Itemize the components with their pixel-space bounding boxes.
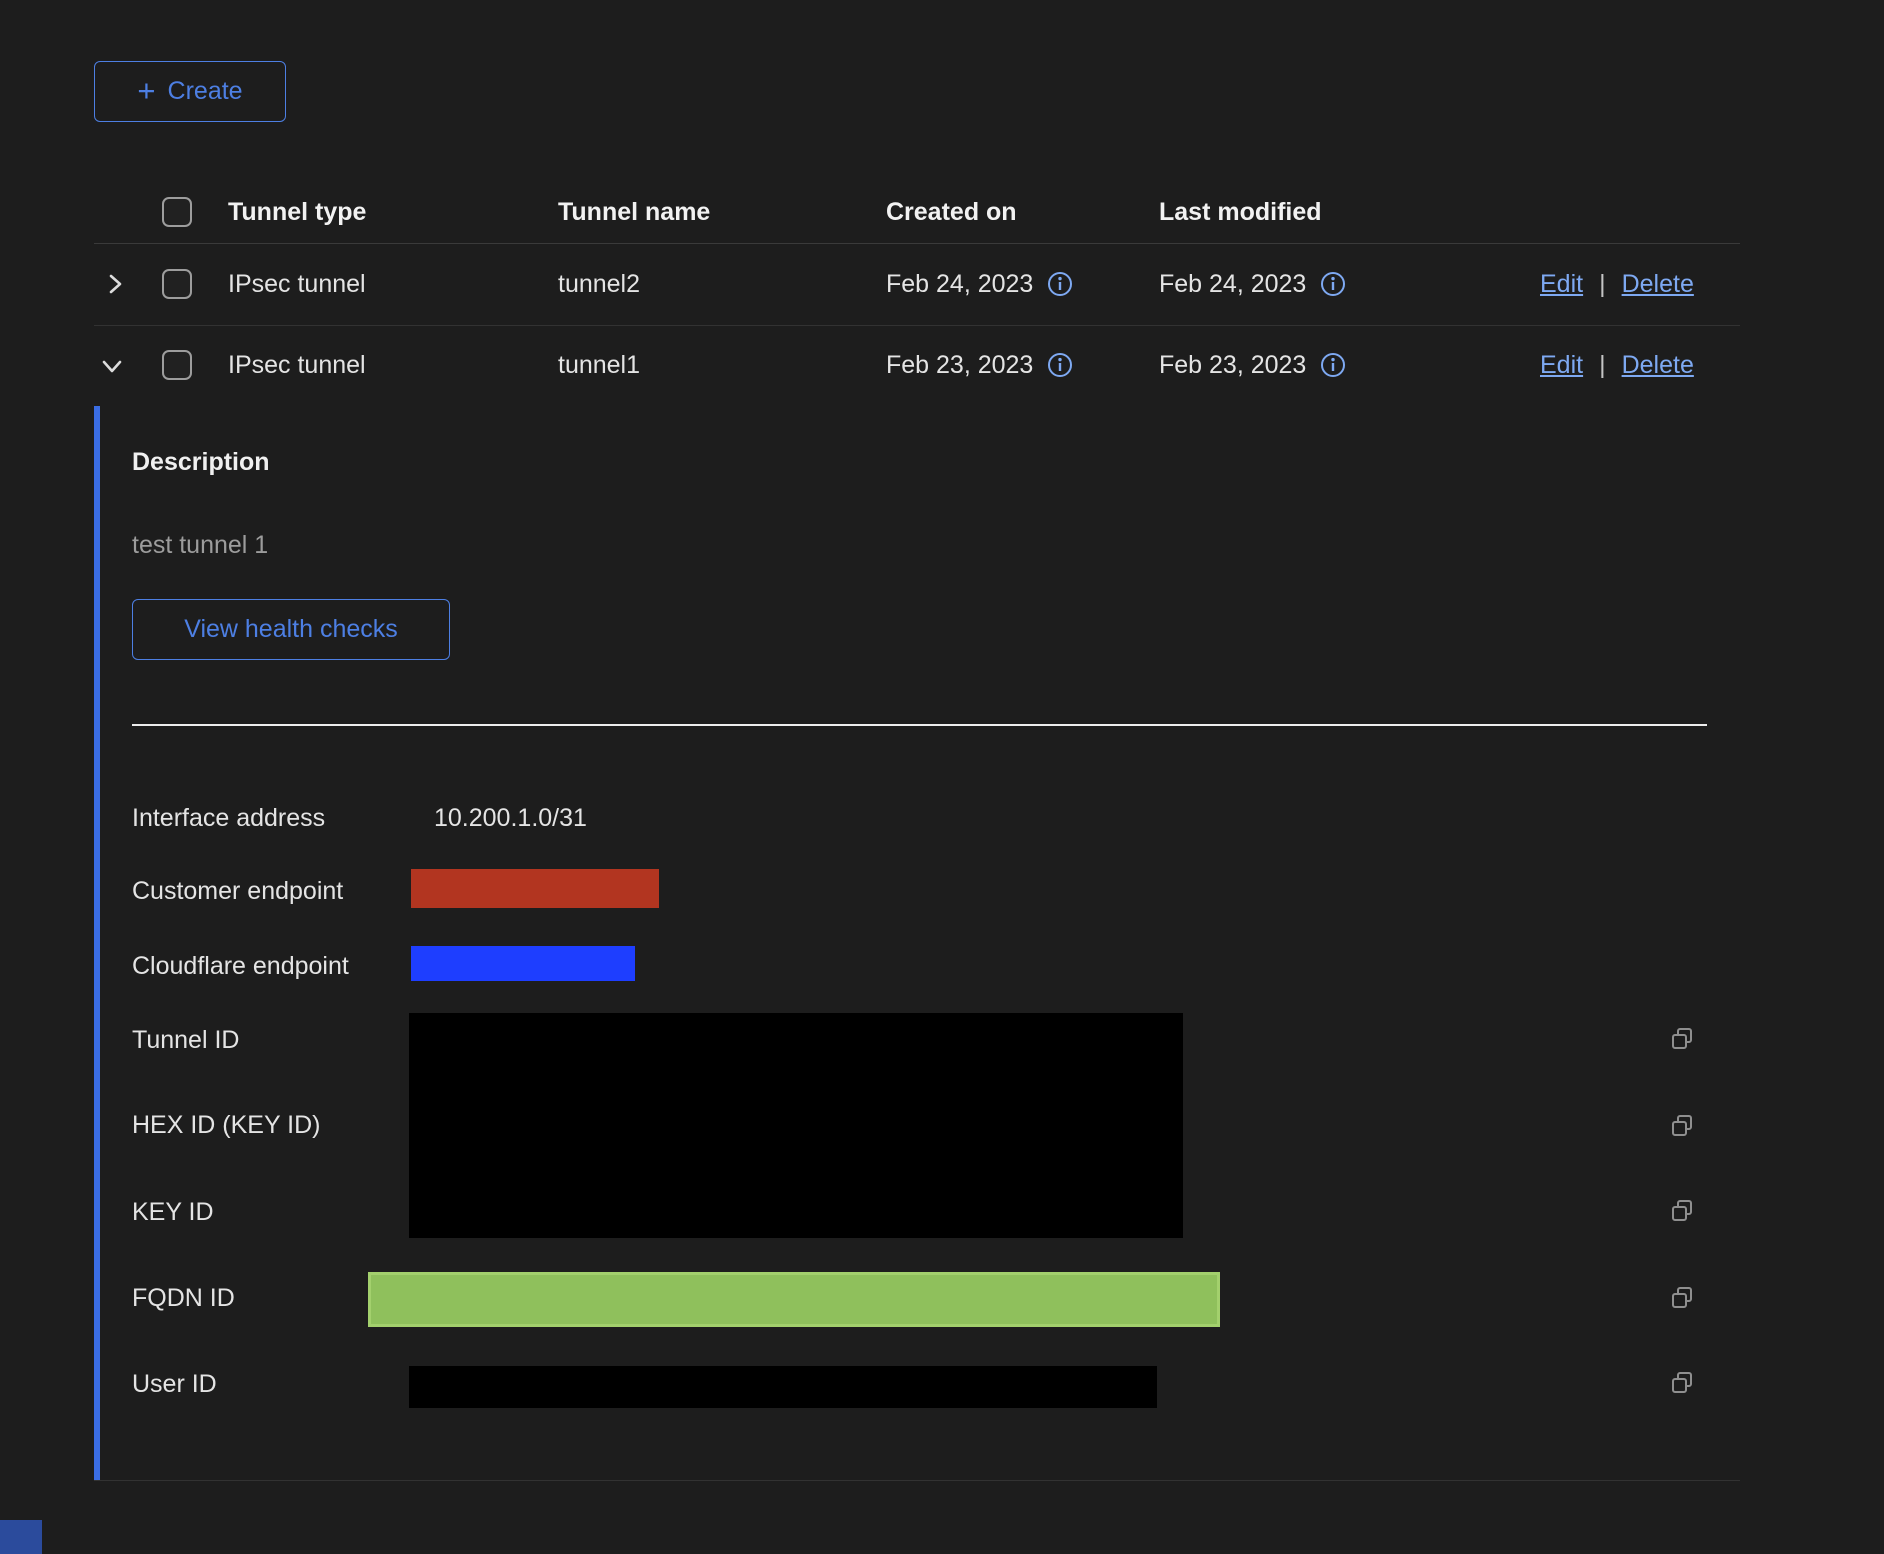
field-label-hex-id: HEX ID (KEY ID): [132, 1110, 320, 1140]
actions-separator: |: [1599, 350, 1606, 380]
last-modified-text: Feb 24, 2023: [1159, 269, 1306, 299]
row-actions: Edit | Delete: [1540, 269, 1694, 299]
fqdn-id-redaction: [368, 1272, 1220, 1327]
delete-link[interactable]: Delete: [1622, 269, 1694, 299]
copy-icon[interactable]: [1669, 1026, 1695, 1055]
panel-bottom-divider: [94, 1480, 1740, 1481]
row-checkbox[interactable]: [162, 269, 192, 299]
field-label-key-id: KEY ID: [132, 1197, 214, 1227]
cell-last-modified: Feb 24, 2023: [1159, 269, 1346, 299]
field-label-tunnel-id: Tunnel ID: [132, 1025, 239, 1055]
expanded-panel-accent-border: [94, 406, 100, 1481]
field-label-user-id: User ID: [132, 1369, 217, 1399]
copy-icon[interactable]: [1669, 1285, 1695, 1314]
view-health-checks-button[interactable]: View health checks: [132, 599, 450, 660]
view-health-checks-label: View health checks: [184, 617, 398, 642]
create-button-label: Create: [168, 79, 243, 104]
select-all-checkbox[interactable]: [162, 197, 192, 227]
bottom-left-accent-strip: [0, 1520, 42, 1554]
info-icon[interactable]: [1047, 271, 1073, 297]
cloudflare-endpoint-redaction: [411, 946, 635, 981]
row-checkbox[interactable]: [162, 350, 192, 380]
cell-tunnel-type: IPsec tunnel: [228, 350, 366, 380]
copy-icon[interactable]: [1669, 1113, 1695, 1142]
field-value-interface-address: 10.200.1.0/31: [434, 803, 587, 833]
customer-endpoint-redaction: [411, 869, 659, 908]
header-divider: [94, 243, 1740, 244]
edit-link[interactable]: Edit: [1540, 269, 1583, 299]
plus-icon: +: [137, 75, 155, 106]
cell-tunnel-type: IPsec tunnel: [228, 269, 366, 299]
cell-created-on: Feb 23, 2023: [886, 350, 1073, 380]
row-actions: Edit | Delete: [1540, 350, 1694, 380]
chevron-right-icon[interactable]: [101, 270, 129, 301]
create-button[interactable]: + Create: [94, 61, 286, 122]
copy-icon[interactable]: [1669, 1198, 1695, 1227]
info-icon[interactable]: [1320, 271, 1346, 297]
created-on-text: Feb 23, 2023: [886, 350, 1033, 380]
field-label-cloudflare-endpoint: Cloudflare endpoint: [132, 951, 349, 981]
chevron-down-icon[interactable]: [98, 352, 126, 383]
edit-link[interactable]: Edit: [1540, 350, 1583, 380]
description-value: test tunnel 1: [132, 530, 268, 560]
delete-link[interactable]: Delete: [1622, 350, 1694, 380]
field-label-fqdn-id: FQDN ID: [132, 1283, 235, 1313]
column-header-last-modified: Last modified: [1159, 197, 1322, 227]
cell-last-modified: Feb 23, 2023: [1159, 350, 1346, 380]
info-icon[interactable]: [1320, 352, 1346, 378]
ipsec-tunnels-page: + Create Tunnel type Tunnel name Created…: [0, 0, 1884, 1554]
description-label: Description: [132, 447, 270, 477]
created-on-text: Feb 24, 2023: [886, 269, 1033, 299]
info-icon[interactable]: [1047, 352, 1073, 378]
cell-tunnel-name: tunnel1: [558, 350, 640, 380]
actions-separator: |: [1599, 269, 1606, 299]
last-modified-text: Feb 23, 2023: [1159, 350, 1306, 380]
column-header-tunnel-type: Tunnel type: [228, 197, 366, 227]
column-header-created-on: Created on: [886, 197, 1017, 227]
section-divider: [132, 724, 1707, 726]
row-divider: [94, 325, 1740, 326]
column-header-tunnel-name: Tunnel name: [558, 197, 710, 227]
copy-icon[interactable]: [1669, 1370, 1695, 1399]
tunnel-id-redaction: [409, 1013, 1183, 1238]
cell-created-on: Feb 24, 2023: [886, 269, 1073, 299]
field-label-interface-address: Interface address: [132, 803, 325, 833]
field-label-customer-endpoint: Customer endpoint: [132, 876, 343, 906]
user-id-redaction: [409, 1366, 1157, 1408]
cell-tunnel-name: tunnel2: [558, 269, 640, 299]
